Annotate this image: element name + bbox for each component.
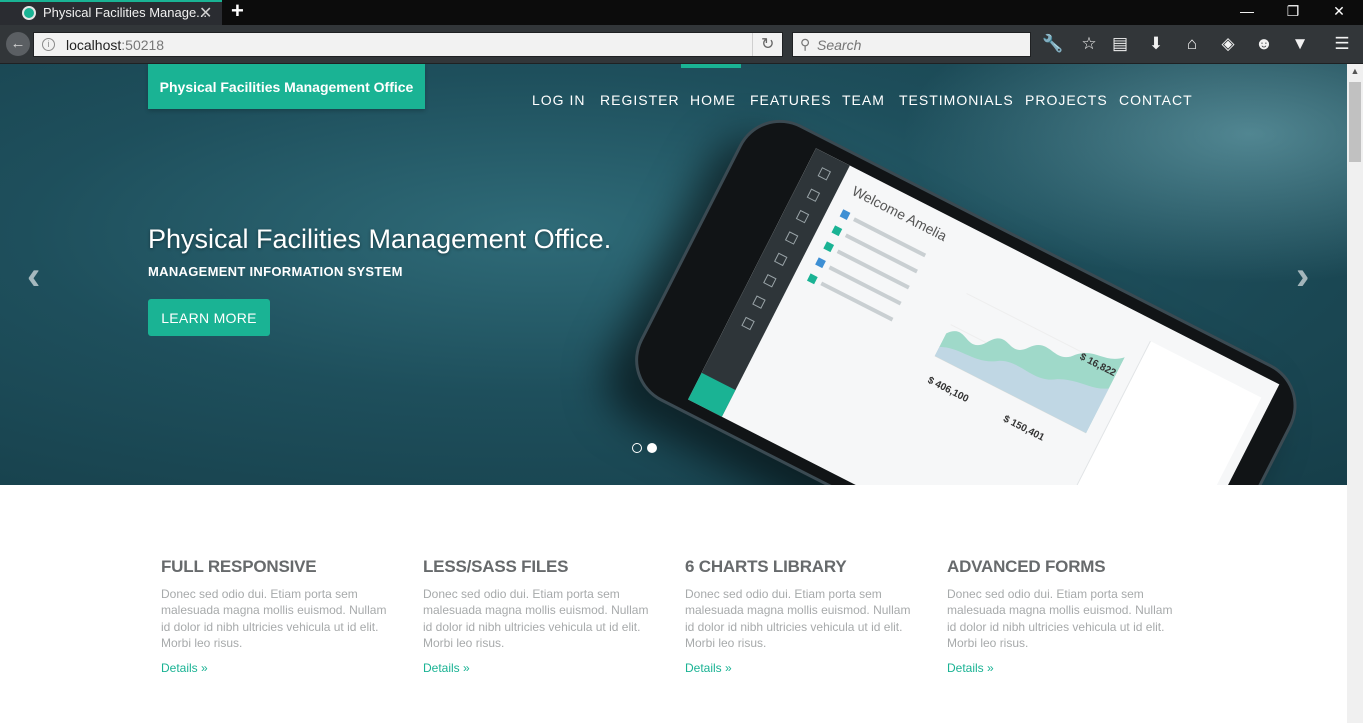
nav-features[interactable]: FEATURES [750, 92, 832, 108]
scroll-thumb[interactable] [1349, 82, 1361, 162]
address-bar[interactable]: i localhost:50218 ↻ [33, 32, 783, 57]
feature-text: Donec sed odio dui. Etiam porta sem male… [423, 587, 649, 650]
feature-text: Donec sed odio dui. Etiam porta sem male… [685, 587, 911, 650]
hero-carousel: Welcome Amelia $ 406,100 $ 150,401 $ 16,… [0, 64, 1347, 485]
site-info-icon[interactable]: i [42, 38, 55, 51]
site-favicon-icon [22, 6, 36, 20]
browser-tab[interactable]: Physical Facilities Manage... ✕ [0, 0, 222, 25]
nav-team[interactable]: TEAM [842, 92, 885, 108]
feature-title: FULL RESPONSIVE [161, 557, 317, 576]
reload-icon[interactable]: ↻ [761, 34, 774, 54]
feature-full-responsive: FULL RESPONSIVE Donec sed odio dui. Etia… [161, 557, 401, 675]
feature-details-link[interactable]: Details » [685, 661, 925, 675]
feature-advanced-forms: ADVANCED FORMS Donec sed odio dui. Etiam… [947, 557, 1187, 675]
feature-details-link[interactable]: Details » [161, 661, 401, 675]
reading-list-icon[interactable]: ▤ [1108, 33, 1132, 57]
carousel-indicator-2[interactable] [647, 443, 657, 453]
menu-icon[interactable]: ☰ [1330, 33, 1354, 57]
minimize-icon[interactable]: — [1224, 0, 1270, 22]
feature-charts-library: 6 CHARTS LIBRARY Donec sed odio dui. Eti… [685, 557, 925, 675]
url-port: :50218 [121, 37, 165, 53]
carousel-prev-icon[interactable]: ‹ [27, 256, 40, 296]
feature-title: ADVANCED FORMS [947, 557, 1106, 576]
download-icon[interactable]: ⬇ [1144, 33, 1168, 57]
tab-close-icon[interactable]: ✕ [199, 3, 212, 23]
feature-title: 6 CHARTS LIBRARY [685, 557, 847, 576]
nav-login[interactable]: LOG IN [532, 92, 585, 108]
search-icon: ⚲ [800, 36, 811, 52]
dashboard-stat-2: $ 150,401 [1001, 413, 1046, 444]
brand-logo[interactable]: Physical Facilities Management Office [148, 64, 425, 109]
hero-title: Physical Facilities Management Office. [148, 224, 612, 254]
emoji-icon[interactable]: ☻ [1252, 33, 1276, 57]
feature-text: Donec sed odio dui. Etiam porta sem male… [947, 587, 1173, 650]
learn-more-button[interactable]: LEARN MORE [148, 299, 270, 336]
browser-toolbar: ← i localhost:50218 ↻ ⚲ 🔧 ☆ ▤ ⬇ ⌂ ◈ ☻ ▼ … [0, 25, 1363, 64]
feature-text: Donec sed odio dui. Etiam porta sem male… [161, 587, 387, 650]
dashboard-stat-1: $ 406,100 [925, 374, 971, 405]
feature-less-sass: LESS/SASS FILES Donec sed odio dui. Etia… [423, 557, 663, 675]
nav-register[interactable]: REGISTER [600, 92, 680, 108]
carousel-next-icon[interactable]: › [1296, 256, 1309, 296]
home-icon[interactable]: ⌂ [1180, 33, 1204, 57]
search-input[interactable] [817, 35, 1017, 54]
tab-title: Physical Facilities Manage... [43, 5, 208, 20]
nav-projects[interactable]: PROJECTS [1025, 92, 1108, 108]
close-window-icon[interactable]: ✕ [1316, 0, 1362, 22]
pocket-icon[interactable]: ▼ [1288, 33, 1312, 57]
feature-details-link[interactable]: Details » [947, 661, 1187, 675]
hero-subtitle: MANAGEMENT INFORMATION SYSTEM [148, 264, 403, 279]
nav-testimonials[interactable]: TESTIMONIALS [899, 92, 1014, 108]
star-icon[interactable]: ☆ [1077, 33, 1101, 57]
menu-active-indicator [681, 64, 741, 68]
feature-details-link[interactable]: Details » [423, 661, 663, 675]
back-arrow-icon[interactable]: ← [6, 32, 30, 56]
new-tab-icon[interactable]: + [231, 0, 244, 24]
restore-icon[interactable]: ❐ [1270, 0, 1316, 22]
wrench-icon[interactable]: 🔧 [1041, 33, 1065, 57]
extension-icon[interactable]: ◈ [1216, 33, 1240, 57]
nav-home[interactable]: HOME [690, 92, 736, 108]
url-text[interactable]: localhost:50218 [66, 37, 164, 53]
search-bar[interactable]: ⚲ [792, 32, 1031, 57]
url-host: localhost [66, 37, 122, 53]
scroll-up-icon[interactable]: ▲ [1347, 66, 1363, 76]
url-divider [752, 33, 753, 56]
page-viewport: Welcome Amelia $ 406,100 $ 150,401 $ 16,… [0, 64, 1347, 723]
nav-contact[interactable]: CONTACT [1119, 92, 1193, 108]
feature-title: LESS/SASS FILES [423, 557, 569, 576]
carousel-indicator-1[interactable] [632, 443, 642, 453]
page-scrollbar[interactable]: ▲ [1347, 64, 1363, 723]
tab-strip: Physical Facilities Manage... ✕ + — ❐ ✕ [0, 0, 1363, 25]
